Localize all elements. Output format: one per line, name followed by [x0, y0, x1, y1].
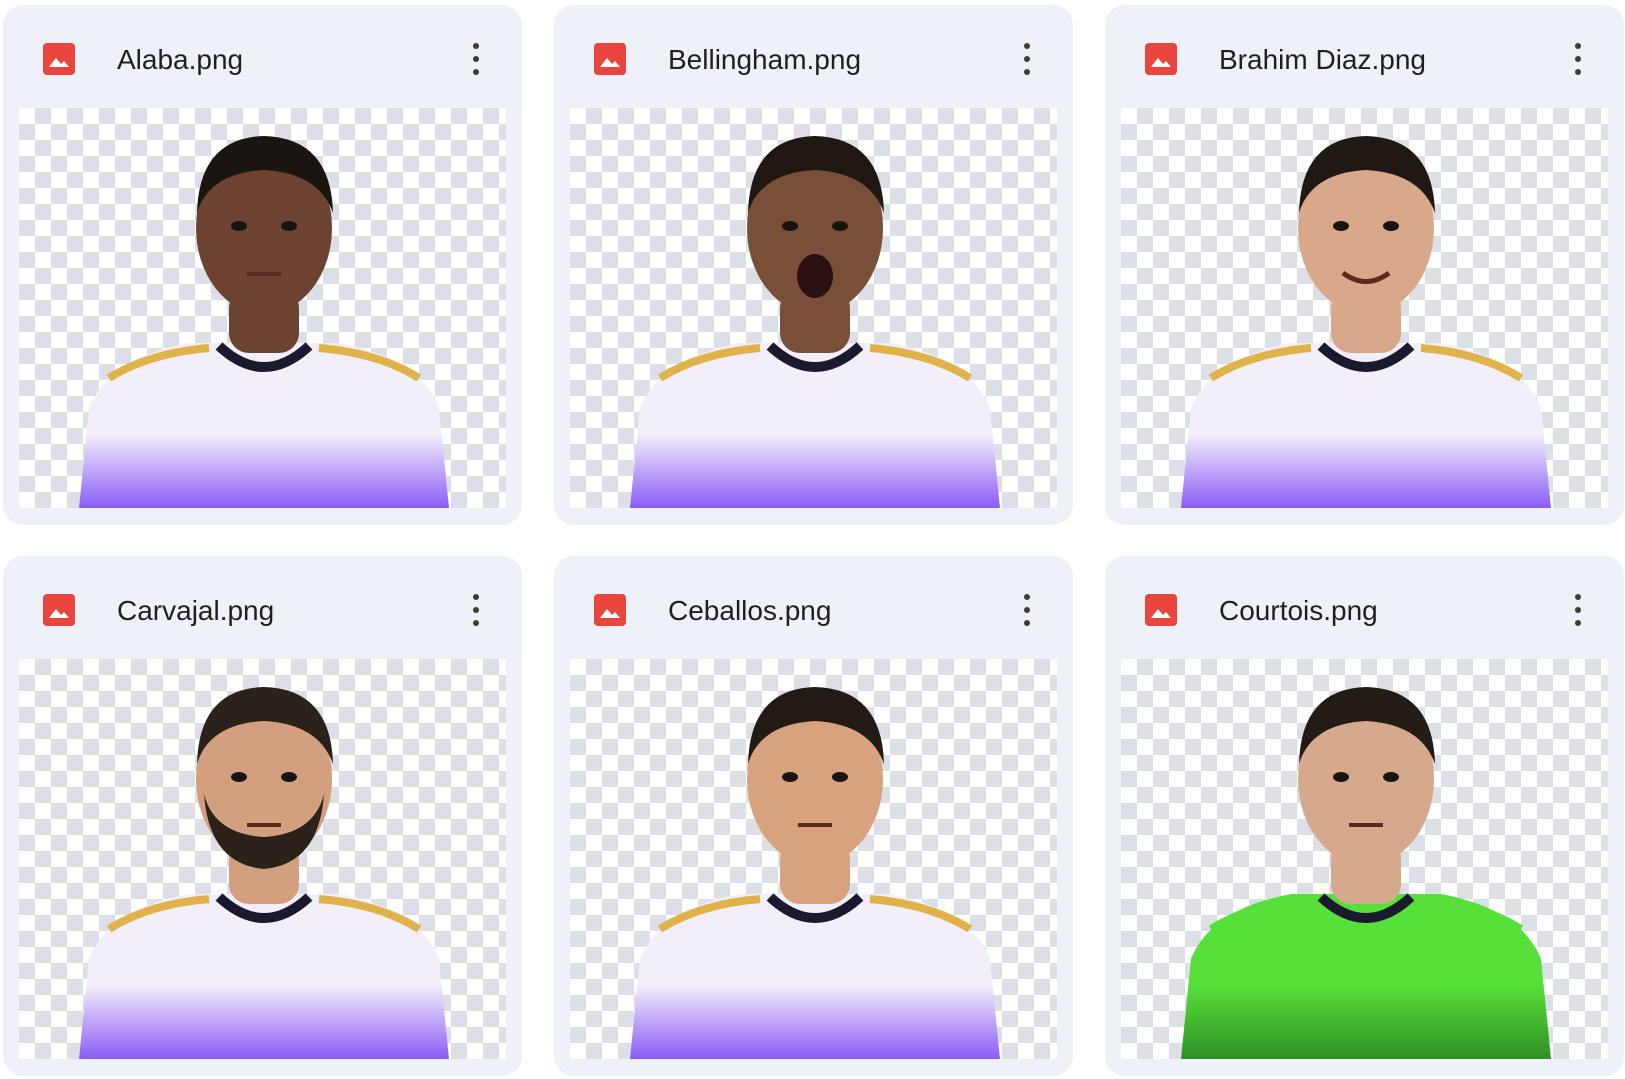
file-card[interactable]: Ceballos.png — [554, 556, 1073, 1076]
file-card[interactable]: Bellingham.png — [554, 5, 1073, 525]
more-vert-icon[interactable] — [1560, 588, 1596, 632]
file-card-header: Alaba.png — [3, 5, 522, 105]
player-eye — [1383, 772, 1399, 782]
image-preview[interactable] — [570, 659, 1057, 1059]
player-illustration — [1181, 687, 1551, 1059]
file-card-header: Bellingham.png — [554, 5, 1073, 105]
file-card-header: Courtois.png — [1105, 556, 1624, 656]
more-vert-icon[interactable] — [1009, 588, 1045, 632]
more-vert-icon[interactable] — [458, 37, 494, 81]
image-preview[interactable] — [19, 108, 506, 508]
file-name: Alaba.png — [117, 44, 244, 75]
file-card[interactable]: Brahim Diaz.png — [1105, 5, 1624, 525]
player-eye — [832, 221, 848, 231]
player-illustration — [630, 136, 1000, 508]
player-eye — [832, 772, 848, 782]
player-illustration — [79, 136, 449, 508]
file-card[interactable]: Alaba.png — [3, 5, 522, 525]
more-vert-icon[interactable] — [458, 588, 494, 632]
image-file-icon — [1145, 43, 1177, 75]
player-mouth — [797, 254, 833, 298]
file-name: Carvajal.png — [117, 595, 275, 626]
file-card-header: Ceballos.png — [554, 556, 1073, 656]
image-preview[interactable] — [1121, 108, 1608, 508]
player-illustration — [79, 687, 449, 1059]
file-name: Courtois.png — [1219, 595, 1378, 626]
player-eye — [1333, 772, 1349, 782]
file-card-header: Carvajal.png — [3, 556, 522, 656]
file-card[interactable]: Carvajal.png — [3, 556, 522, 1076]
player-illustration — [1181, 136, 1551, 508]
file-grid: Alaba.png Bellingham.png Brahim Diaz.png — [0, 0, 1625, 1079]
player-eye — [1333, 221, 1349, 231]
more-vert-icon[interactable] — [1009, 37, 1045, 81]
image-file-icon — [43, 43, 75, 75]
more-vert-icon[interactable] — [1560, 37, 1596, 81]
player-eye — [782, 772, 798, 782]
player-eye — [281, 221, 297, 231]
file-name: Ceballos.png — [668, 595, 832, 626]
image-file-icon — [1145, 594, 1177, 626]
player-eye — [281, 772, 297, 782]
image-preview[interactable] — [1121, 659, 1608, 1059]
player-illustration — [630, 687, 1000, 1059]
image-file-icon — [594, 43, 626, 75]
file-card-header: Brahim Diaz.png — [1105, 5, 1624, 105]
file-name: Brahim Diaz.png — [1219, 44, 1426, 75]
player-eye — [231, 221, 247, 231]
image-file-icon — [594, 594, 626, 626]
player-eye — [782, 221, 798, 231]
image-file-icon — [43, 594, 75, 626]
image-preview[interactable] — [570, 108, 1057, 508]
image-preview[interactable] — [19, 659, 506, 1059]
file-card[interactable]: Courtois.png — [1105, 556, 1624, 1076]
player-eye — [1383, 221, 1399, 231]
file-name: Bellingham.png — [668, 44, 862, 75]
player-eye — [231, 772, 247, 782]
